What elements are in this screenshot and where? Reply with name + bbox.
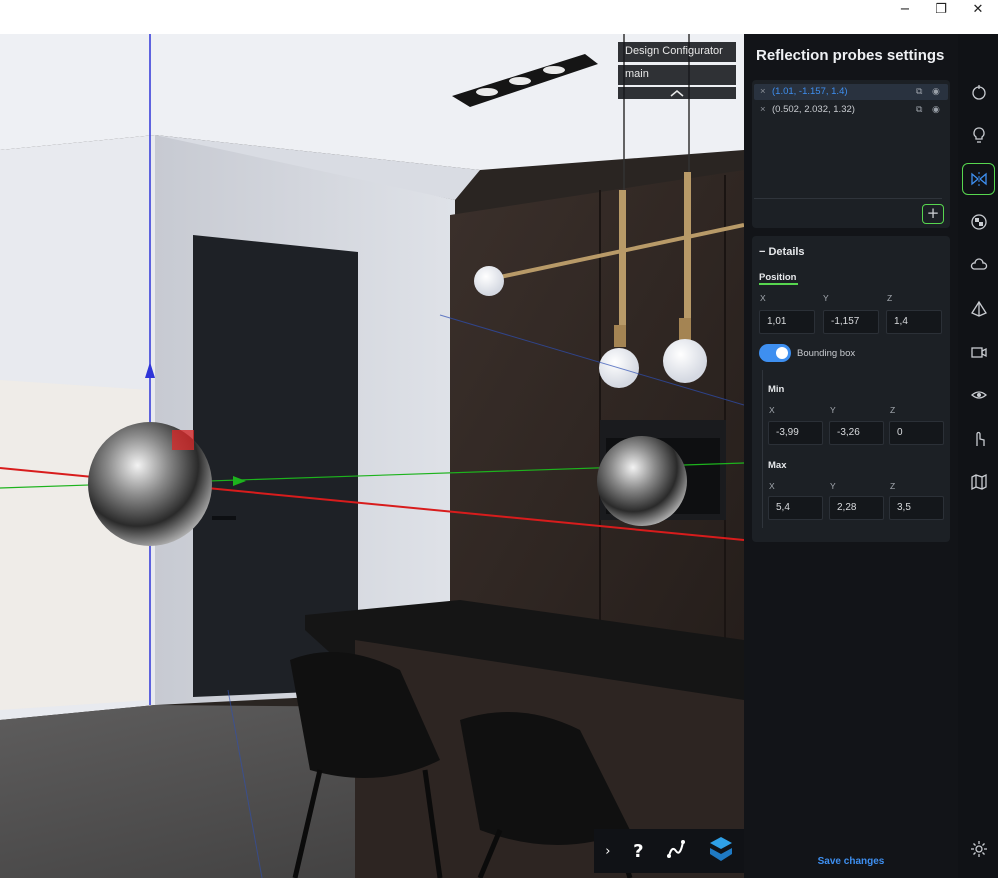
max-y-input[interactable]: 2,28: [829, 496, 884, 520]
position-x-input[interactable]: 1,01: [759, 310, 815, 334]
maximize-button[interactable]: ❐: [923, 0, 959, 20]
axis-label-x: X: [769, 405, 775, 415]
reflection-probe-sphere[interactable]: [597, 436, 687, 526]
chevron-right-icon[interactable]: ›: [605, 844, 610, 859]
axis-label-y: Y: [830, 405, 836, 415]
tool-sidebar: [958, 34, 998, 878]
max-x-input[interactable]: 5,4: [768, 496, 823, 520]
panel-title: Reflection probes settings: [756, 47, 945, 64]
plus-icon: +: [926, 204, 940, 222]
toggle-knob: [776, 347, 788, 359]
map-icon[interactable]: [962, 466, 995, 498]
eye-icon[interactable]: ◉: [932, 84, 940, 100]
hand-pointer-icon[interactable]: [962, 423, 995, 455]
settings-icon[interactable]: [962, 833, 995, 865]
tab-active-indicator: [759, 283, 798, 285]
duplicate-icon[interactable]: ⧉: [916, 84, 922, 100]
remove-icon[interactable]: ×: [760, 84, 772, 100]
material-ball-icon[interactable]: [962, 206, 995, 238]
axis-label-z: Z: [890, 405, 896, 415]
axis-label-x: X: [769, 481, 775, 491]
minimize-icon: −: [899, 2, 911, 17]
configurator-name[interactable]: Design Configurator: [618, 42, 736, 62]
camera-icon[interactable]: [962, 336, 995, 368]
max-z-input[interactable]: 3,5: [889, 496, 944, 520]
min-z-input[interactable]: 0: [889, 421, 944, 445]
save-changes-button[interactable]: Save changes: [744, 856, 958, 867]
close-button[interactable]: ✕: [960, 0, 996, 20]
details-section: − Details Position X Y Z 1,01 -1,157 1,4…: [752, 236, 950, 542]
probe-list-item[interactable]: × (0.502, 2.032, 1.32) ⧉ ◉: [754, 102, 948, 118]
window-titlebar: − ❐ ✕: [0, 0, 998, 34]
axis-label-y: Y: [830, 481, 836, 491]
app-logo-icon[interactable]: [709, 836, 733, 867]
lightbulb-icon[interactable]: [962, 119, 995, 151]
min-y-input[interactable]: -3,26: [829, 421, 884, 445]
axis-label-x: X: [760, 293, 766, 303]
collapse-button[interactable]: [618, 87, 736, 99]
close-icon: ✕: [972, 2, 984, 17]
position-z-input[interactable]: 1,4: [886, 310, 942, 334]
min-x-input[interactable]: -3,99: [768, 421, 823, 445]
reflection-probes-panel: Reflection probes settings × (1.01, -1.15…: [744, 34, 958, 878]
min-label: Min: [768, 384, 785, 395]
reflection-probe-icon[interactable]: [962, 163, 995, 195]
indent-guide: [762, 370, 763, 528]
minimize-button[interactable]: −: [887, 0, 923, 20]
max-label: Max: [768, 460, 787, 471]
probe-label: (0.502, 2.032, 1.32): [772, 104, 855, 115]
details-toggle[interactable]: − Details: [759, 246, 805, 258]
branch-name[interactable]: main: [618, 65, 736, 85]
add-probe-button[interactable]: +: [922, 204, 944, 224]
timer-icon[interactable]: [962, 76, 995, 108]
scene-render: [0, 34, 744, 878]
duplicate-icon[interactable]: ⧉: [916, 102, 922, 118]
probe-label: (1.01, -1.157, 1.4): [772, 86, 848, 97]
probe-list-item[interactable]: × (1.01, -1.157, 1.4) ⧉ ◉: [754, 84, 948, 100]
cloud-icon[interactable]: [962, 249, 995, 281]
bounding-box-label: Bounding box: [797, 348, 856, 359]
axis-label-z: Z: [890, 481, 896, 491]
axis-label-z: Z: [887, 293, 893, 303]
curve-path-icon[interactable]: [666, 839, 686, 864]
tab-position[interactable]: Position: [759, 272, 796, 283]
axis-label-y: Y: [823, 293, 829, 303]
pyramid-icon[interactable]: [962, 293, 995, 325]
help-icon[interactable]: ?: [633, 841, 643, 862]
remove-icon[interactable]: ×: [760, 102, 772, 118]
bottom-toolbar: › ?: [594, 829, 744, 873]
eye-icon[interactable]: [962, 379, 995, 411]
probe-list: × (1.01, -1.157, 1.4) ⧉ ◉ × (0.502, 2.032,…: [752, 80, 950, 228]
3d-viewport[interactable]: Design Configurator main › ?: [0, 34, 744, 878]
bounding-box-toggle[interactable]: [759, 344, 791, 362]
position-y-input[interactable]: -1,157: [823, 310, 879, 334]
restore-icon: ❐: [935, 2, 947, 17]
eye-icon[interactable]: ◉: [932, 102, 940, 118]
chevron-up-icon: [670, 90, 684, 97]
divider: [754, 198, 942, 199]
